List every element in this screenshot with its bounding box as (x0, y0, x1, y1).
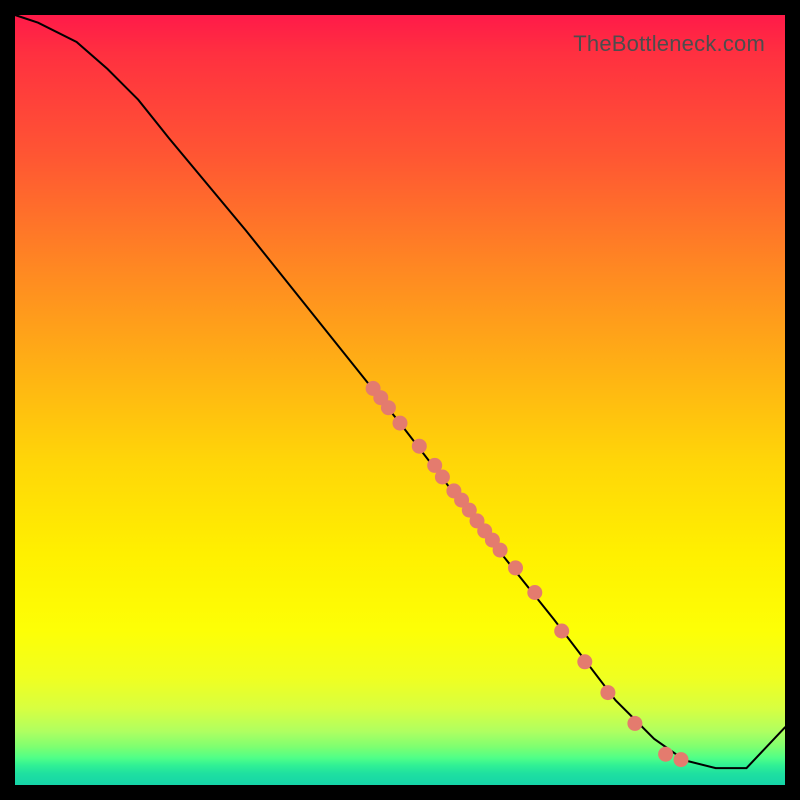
bottleneck-curve (15, 15, 785, 768)
scatter-point (658, 747, 673, 762)
chart-container: TheBottleneck.com (0, 0, 800, 800)
scatter-point (577, 654, 592, 669)
scatter-point (435, 470, 450, 485)
scatter-point (493, 543, 508, 558)
scatter-point (627, 716, 642, 731)
scatter-point (600, 685, 615, 700)
scatter-point (381, 400, 396, 415)
scatter-point (527, 585, 542, 600)
scatter-points (366, 381, 689, 767)
plot-area: TheBottleneck.com (15, 15, 785, 785)
scatter-point (393, 416, 408, 431)
chart-svg (15, 15, 785, 785)
scatter-point (412, 439, 427, 454)
scatter-point (508, 560, 523, 575)
scatter-point (554, 624, 569, 639)
scatter-point (674, 752, 689, 767)
